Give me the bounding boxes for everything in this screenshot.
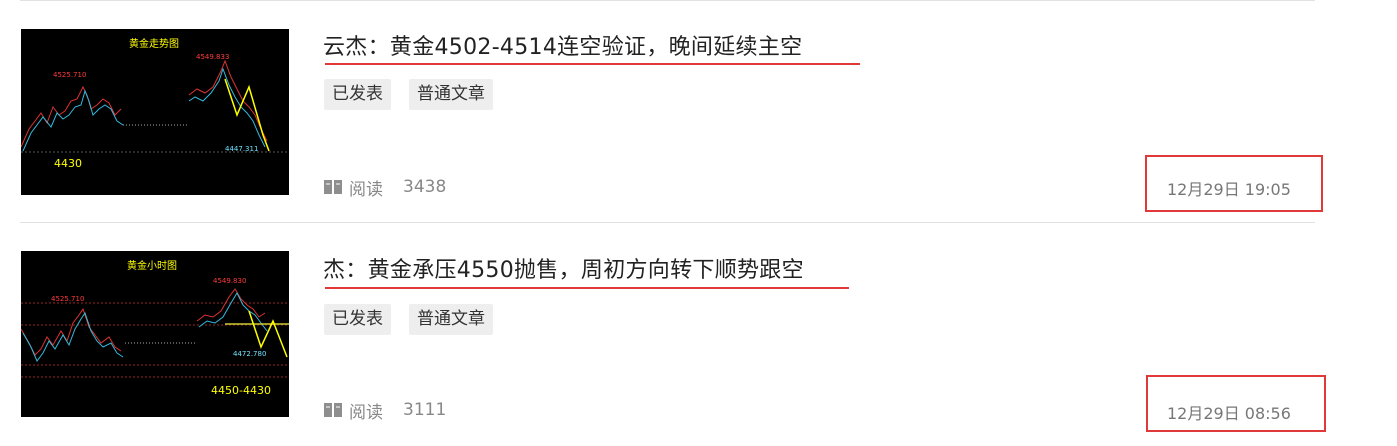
type-tag: 普通文章: [409, 304, 493, 335]
date-highlight-box: [1145, 155, 1323, 212]
article-title[interactable]: 云杰：黄金4502-4514连空验证，晚间延续主空: [323, 29, 802, 61]
thumb-title: 黄金走势图: [129, 37, 179, 50]
read-label: 阅读: [349, 179, 383, 200]
book-icon: [324, 180, 342, 194]
read-stats: 阅读 3111: [323, 399, 447, 423]
title-highlight-underline: [325, 287, 849, 289]
status-tag: 已发表: [324, 304, 391, 335]
thumb-high-price: 4549.833: [196, 53, 229, 61]
status-tag: 已发表: [324, 79, 391, 110]
thumb-support: 4450-4430: [211, 384, 271, 397]
read-count: 3111: [403, 400, 447, 420]
date-highlight-box: [1146, 375, 1326, 432]
thumb-title: 黄金小时图: [127, 259, 177, 272]
article-item: 黄金小时图 4525.710 4549.830 4472.780 4450-44…: [0, 223, 1397, 445]
article-title[interactable]: 杰：黄金承压4550抛售，周初方向转下顺势跟空: [323, 252, 804, 284]
thumb-low-price: 4472.780: [233, 350, 266, 358]
thumb-support: 4430: [54, 157, 82, 170]
article-item: 黄金走势图 4525.710 4549.833 4447.311 4430 云杰…: [0, 0, 1397, 222]
book-icon: [324, 403, 342, 417]
thumb-left-price: 4525.710: [53, 71, 86, 79]
title-highlight-underline: [325, 63, 860, 65]
thumb-low-price: 4447.311: [225, 145, 258, 153]
thumb-high-price: 4549.830: [213, 277, 246, 285]
read-count: 3438: [403, 177, 447, 197]
read-label: 阅读: [349, 402, 383, 423]
article-thumbnail[interactable]: 黄金走势图 4525.710 4549.833 4447.311 4430: [21, 29, 289, 195]
type-tag: 普通文章: [409, 79, 493, 110]
read-stats: 阅读 3438: [323, 176, 447, 200]
thumb-left-price: 4525.710: [51, 295, 84, 303]
article-thumbnail[interactable]: 黄金小时图 4525.710 4549.830 4472.780 4450-44…: [21, 251, 289, 417]
